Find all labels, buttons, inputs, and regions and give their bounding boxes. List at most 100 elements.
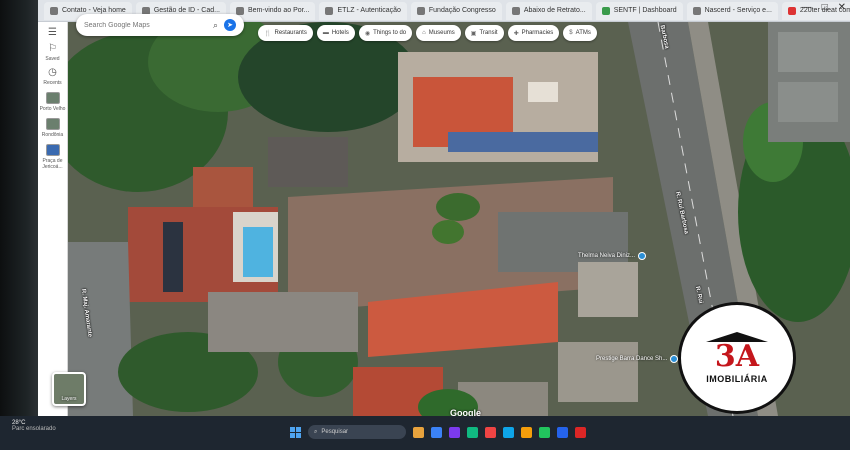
favicon-icon <box>325 6 334 15</box>
tab-label: Bem-vindo ao Por... <box>247 7 310 14</box>
tab-label: Nascerd - Serviço e... <box>704 7 772 14</box>
brand-logo-badge: 3A IMOBILIÁRIA <box>678 302 796 414</box>
place-thumbnail <box>45 144 60 156</box>
place-thumbnail <box>45 92 60 104</box>
taskbar-app-icon[interactable] <box>449 426 460 438</box>
favicon-icon <box>601 6 610 15</box>
chip-label: Restaurants <box>274 30 307 36</box>
brand-name: IMOBILIÁRIA <box>706 374 768 384</box>
taskbar-app-icon[interactable] <box>413 426 424 438</box>
tab-label: SENTF | Dashboard <box>613 7 677 14</box>
bus-icon: ▣ <box>470 30 477 37</box>
maps-sidebar: ☰ ⚐ Saved ◷ Recents Porto Velho Rondônia… <box>38 22 68 416</box>
chip-label: Pharmacies <box>521 30 554 36</box>
tab-label: Fundação Congresso <box>428 7 496 14</box>
sidebar-item-saved[interactable]: ⚐ Saved <box>38 43 68 63</box>
chip-museums[interactable]: ⌂ Museums <box>416 25 461 41</box>
sidebar-item-label: Praça de Jericoá... <box>42 158 63 170</box>
sidebar-item-rondonia[interactable]: Rondônia <box>38 118 68 138</box>
search-icon[interactable]: ⌕ <box>213 20 218 31</box>
menu-button[interactable]: ☰ <box>38 28 68 38</box>
poi-thelma[interactable]: Thelma Neiva Diniz... <box>578 252 647 260</box>
search-input[interactable] <box>84 21 207 29</box>
camera-icon: ◉ <box>364 30 371 37</box>
chip-restaurants[interactable]: 🍴 Restaurants <box>258 25 313 41</box>
layers-button[interactable]: Layers <box>52 372 86 406</box>
favicon-icon <box>50 6 58 15</box>
taskbar-app-icon[interactable] <box>521 426 532 438</box>
category-chips: 🍴 Restaurants ▬ Hotels ◉ Things to do ⌂ Muse… <box>258 25 597 41</box>
museum-icon: ⌂ <box>422 30 426 36</box>
chip-label: ATMs <box>575 30 591 36</box>
favicon-icon <box>416 6 425 15</box>
chip-hotels[interactable]: ▬ Hotels <box>316 25 355 41</box>
taskbar-search[interactable]: ⌕ Pesquisar <box>308 425 406 439</box>
place-thumbnail <box>45 118 60 130</box>
browser-tab[interactable]: Fundação Congresso <box>410 1 502 20</box>
fork-knife-icon: 🍴 <box>264 30 272 37</box>
sidebar-item-label: Rondônia <box>41 132 64 138</box>
browser-tab[interactable]: Bem-vindo ao Por... <box>229 1 316 20</box>
pill-icon: ✚ <box>513 30 519 37</box>
bed-icon: ▬ <box>322 30 329 36</box>
tab-label: Gestão de ID - Cad... <box>153 7 220 14</box>
sidebar-item-label: Saved <box>45 56 60 62</box>
sidebar-item-label: Recents <box>43 80 62 86</box>
poi-label: Prestige Barra Dance Sh... <box>596 356 668 362</box>
minimize-icon[interactable]: — <box>802 2 812 13</box>
roof-icon <box>706 332 768 342</box>
chip-label: Hotels <box>331 30 349 36</box>
atm-icon: $ <box>569 30 573 36</box>
weather-desc: Parc ensolarado <box>12 426 56 432</box>
sidebar-item-label: Porto Velho <box>39 106 66 112</box>
menu-icon: ☰ <box>48 27 57 38</box>
sidebar-item-recents[interactable]: ◷ Recents <box>38 67 68 87</box>
taskbar-app-icon[interactable] <box>467 426 478 438</box>
taskbar-app-icon[interactable] <box>539 426 550 438</box>
browser-tab[interactable]: ETLZ - Autenticação <box>319 1 407 20</box>
taskbar-app-icon[interactable] <box>431 426 442 438</box>
taskbar-search-placeholder: Pesquisar <box>321 429 349 435</box>
chip-atms[interactable]: $ ATMs <box>563 25 597 41</box>
chip-label: Museums <box>428 30 455 36</box>
taskbar-center: ⌕ Pesquisar <box>290 425 586 439</box>
sidebar-item-porto-velho[interactable]: Porto Velho <box>38 92 68 112</box>
chip-things-to-do[interactable]: ◉ Things to do <box>358 25 413 41</box>
directions-icon[interactable]: ➤ <box>224 19 236 31</box>
os-taskbar: 28°C Parc ensolarado ⌕ Pesquisar <box>0 416 850 450</box>
maximize-icon[interactable]: □ <box>822 2 828 13</box>
windows-start-icon[interactable] <box>290 426 301 438</box>
favicon-icon <box>787 6 796 15</box>
tab-label: Abaixo de Retrato... <box>523 7 586 14</box>
chip-label: Things to do <box>373 30 407 36</box>
monitor-bezel <box>0 0 38 450</box>
window-controls: — □ ✕ <box>802 2 846 13</box>
favicon-icon <box>511 6 520 15</box>
chip-label: Transit <box>479 30 498 36</box>
layers-label: Layers <box>61 396 77 402</box>
tab-label: ETLZ - Autenticação <box>337 7 401 14</box>
taskbar-app-icon[interactable] <box>575 426 586 438</box>
map-pin-icon <box>638 252 647 260</box>
taskbar-app-icon[interactable] <box>485 426 496 438</box>
sidebar-item-praca[interactable]: Praça de Jericoá... <box>38 144 68 170</box>
close-icon[interactable]: ✕ <box>838 2 846 13</box>
browser-tab[interactable]: SENTF | Dashboard <box>595 1 683 20</box>
history-icon: ◷ <box>48 67 57 78</box>
search-icon: ⌕ <box>314 428 318 435</box>
favicon-icon <box>692 6 701 15</box>
search-box[interactable]: ⌕ ➤ <box>76 14 244 36</box>
favicon-icon <box>235 6 244 15</box>
bookmark-icon: ⚐ <box>48 43 57 54</box>
poi-label: Thelma Neiva Diniz... <box>578 253 636 259</box>
weather-widget[interactable]: 28°C Parc ensolarado <box>12 420 56 432</box>
tab-label: Contato - Veja home <box>62 7 126 14</box>
browser-tab[interactable]: Nascerd - Serviço e... <box>686 1 778 20</box>
taskbar-app-icon[interactable] <box>503 426 514 438</box>
chip-pharmacies[interactable]: ✚ Pharmacies <box>507 25 560 41</box>
chip-transit[interactable]: ▣ Transit <box>464 25 504 41</box>
taskbar-app-icon[interactable] <box>557 426 568 438</box>
poi-prestige[interactable]: Prestige Barra Dance Sh... <box>596 355 679 363</box>
browser-tab[interactable]: Abaixo de Retrato... <box>505 1 592 20</box>
brand-mark: 3A <box>714 339 760 374</box>
